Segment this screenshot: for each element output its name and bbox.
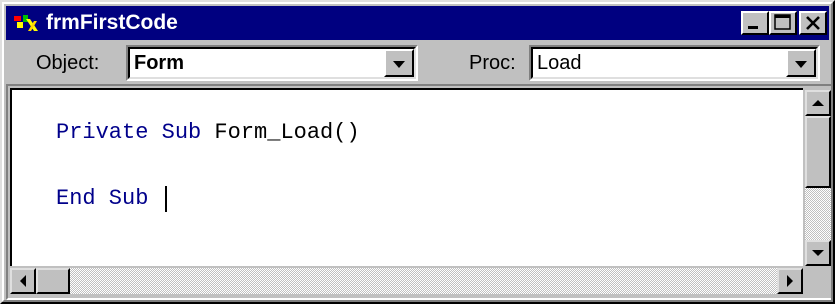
code-keyword: End Sub — [56, 186, 149, 211]
code-keyword: Private Sub — [56, 120, 202, 145]
code-editor: Private Sub Form_Load() End Sub — [6, 84, 833, 300]
chevron-down-icon — [795, 61, 807, 68]
vertical-scrollbar[interactable] — [805, 90, 831, 266]
maximize-icon — [774, 14, 791, 30]
minimize-icon — [748, 26, 758, 29]
scroll-left-button[interactable] — [10, 268, 36, 294]
maximize-button[interactable] — [769, 11, 797, 35]
code-text-area[interactable]: Private Sub Form_Load() End Sub — [10, 88, 803, 266]
window-title: frmFirstCode — [46, 11, 178, 34]
code-line: Private Sub Form_Load() — [56, 120, 360, 146]
scroll-up-button[interactable] — [805, 90, 831, 116]
text-caret — [165, 186, 167, 212]
object-dropdown-button[interactable] — [384, 49, 414, 77]
arrow-up-icon — [812, 100, 824, 106]
arrow-left-icon — [20, 275, 26, 287]
proc-combobox-value: Load — [537, 52, 582, 74]
vb-app-icon[interactable] — [14, 13, 40, 33]
vertical-scroll-thumb[interactable] — [805, 116, 831, 188]
proc-dropdown-button[interactable] — [786, 49, 816, 77]
scrollbar-corner — [805, 268, 831, 294]
object-combobox-value: Form — [134, 52, 184, 74]
object-combobox[interactable]: Form — [126, 45, 418, 81]
close-icon — [806, 16, 820, 30]
code-window: frmFirstCode Object: Form Proc: Load Pri… — [0, 0, 835, 304]
proc-combobox[interactable]: Load — [529, 45, 820, 81]
scroll-down-button[interactable] — [805, 240, 831, 266]
arrow-right-icon — [787, 275, 793, 287]
proc-label: Proc: — [469, 52, 516, 74]
scroll-right-button[interactable] — [777, 268, 803, 294]
object-label: Object: — [36, 52, 100, 74]
title-bar[interactable]: frmFirstCode — [6, 6, 829, 40]
arrow-down-icon — [812, 250, 824, 256]
close-button[interactable] — [799, 11, 827, 35]
chevron-down-icon — [393, 61, 405, 68]
horizontal-scrollbar[interactable] — [10, 268, 803, 294]
horizontal-scroll-thumb[interactable] — [36, 268, 70, 294]
minimize-button[interactable] — [741, 11, 769, 35]
code-text: Form_Load() — [201, 120, 360, 145]
code-line: End Sub — [56, 186, 148, 212]
